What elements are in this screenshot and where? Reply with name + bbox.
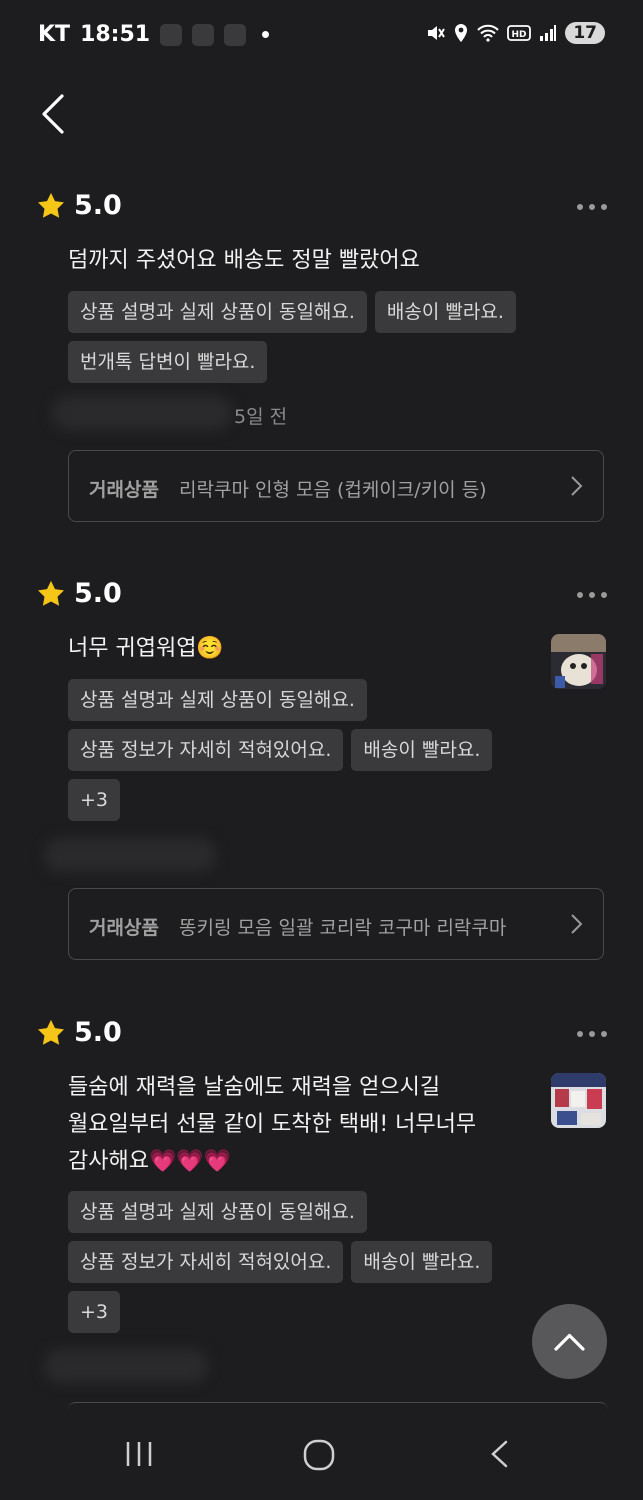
location-icon bbox=[455, 24, 468, 42]
review-tag: 상품 설명과 실제 상품이 동일해요. bbox=[68, 679, 367, 721]
rating-score: 5.0 bbox=[74, 578, 122, 609]
review-photo[interactable] bbox=[551, 1073, 606, 1128]
product-name: 리락쿠마 인형 모음 (컵케이크/키이 등) bbox=[179, 479, 487, 501]
rating-row: 5.0 bbox=[36, 190, 122, 221]
scroll-to-top-button[interactable] bbox=[532, 1304, 607, 1379]
review-tag: 상품 정보가 자세히 적혀있어요. bbox=[68, 729, 344, 771]
wifi-icon bbox=[477, 24, 500, 42]
system-back-icon bbox=[491, 1440, 508, 1468]
review-item: 5.0 너무 귀엽워엽☺️ 상품 설명과 실제 상품이 동일해요. 상품 정보가… bbox=[0, 578, 643, 968]
svg-text:HD: HD bbox=[512, 30, 527, 40]
recent-apps-button[interactable] bbox=[124, 1438, 154, 1474]
chevron-up-icon bbox=[554, 1333, 585, 1351]
star-icon bbox=[38, 192, 64, 218]
review-text-line: 감사해요💗💗💗 bbox=[68, 1149, 232, 1174]
photo-thumbnail-image bbox=[551, 1073, 606, 1128]
back-button[interactable] bbox=[38, 92, 78, 136]
review-tag: 배송이 빨라요. bbox=[351, 729, 493, 771]
clock: 18:51 bbox=[80, 22, 151, 47]
review-tags: 상품 설명과 실제 상품이 동일해요. 상품 정보가 자세히 적혀있어요. 배송… bbox=[68, 679, 538, 821]
status-left: KT 18:51 bbox=[38, 22, 270, 47]
more-options-button[interactable] bbox=[577, 592, 607, 598]
product-label: 거래상품 bbox=[89, 479, 159, 501]
review-tag: 번개톡 답변이 빨라요. bbox=[68, 341, 268, 383]
back-arrow-icon bbox=[42, 94, 64, 134]
more-options-button[interactable] bbox=[577, 204, 607, 210]
review-text: 너무 귀엽워엽☺️ bbox=[68, 636, 224, 661]
system-navigation-bar bbox=[0, 1410, 643, 1500]
review-tags: 상품 설명과 실제 상품이 동일해요. 상품 정보가 자세히 적혀있어요. 배송… bbox=[68, 1191, 538, 1333]
more-tags-button[interactable]: +3 bbox=[68, 779, 121, 821]
review-tag: 상품 설명과 실제 상품이 동일해요. bbox=[68, 1191, 367, 1233]
hd-icon: HD bbox=[507, 25, 532, 41]
review-text-line: 들숨에 재력을 날숨에도 재력을 얻으시길 bbox=[68, 1075, 441, 1100]
review-tag: 상품 설명과 실제 상품이 동일해요. bbox=[68, 291, 367, 333]
screenshot-icon bbox=[192, 23, 215, 46]
reviewer-name-redacted bbox=[44, 838, 216, 872]
status-right: HD 17 bbox=[425, 22, 605, 44]
review-tag: 배송이 빨라요. bbox=[374, 291, 516, 333]
home-button[interactable] bbox=[302, 1438, 336, 1476]
star-icon bbox=[38, 1019, 64, 1045]
more-options-button[interactable] bbox=[577, 1031, 607, 1037]
review-date: 5일 전 bbox=[234, 406, 288, 428]
notification-count-badge: 17 bbox=[565, 22, 605, 44]
review-text: 들숨에 재력을 날숨에도 재력을 얻으시길 월요일부터 선물 같이 도착한 택배… bbox=[68, 1069, 476, 1180]
review-tags: 상품 설명과 실제 상품이 동일해요. 배송이 빨라요. 번개톡 답변이 빨라요… bbox=[68, 291, 538, 383]
chevron-right-icon bbox=[571, 476, 583, 496]
review-photo[interactable] bbox=[551, 634, 606, 689]
rating-row: 5.0 bbox=[36, 1017, 122, 1048]
review-tag: 배송이 빨라요. bbox=[351, 1241, 493, 1283]
reviewer-name-redacted bbox=[44, 1349, 208, 1383]
review-text: 덤까지 주셨어요 배송도 정말 빨랐어요 bbox=[68, 248, 420, 273]
product-name: 똥키링 모음 일괄 코리락 코구마 리락쿠마 bbox=[179, 917, 507, 939]
chevron-right-icon bbox=[571, 914, 583, 934]
system-back-button[interactable] bbox=[486, 1438, 512, 1474]
game-notification-icon bbox=[224, 23, 247, 46]
star-icon bbox=[38, 580, 64, 606]
carrier-label: KT bbox=[38, 22, 71, 47]
photo-thumbnail-image bbox=[551, 634, 606, 689]
app-notification-icon bbox=[160, 23, 183, 46]
product-label: 거래상품 bbox=[89, 917, 159, 939]
rating-row: 5.0 bbox=[36, 578, 122, 609]
rating-score: 5.0 bbox=[74, 190, 122, 221]
recent-apps-icon bbox=[126, 1442, 152, 1466]
product-link[interactable]: 거래상품 리락쿠마 인형 모음 (컵케이크/키이 등) bbox=[68, 450, 604, 522]
more-tags-button[interactable]: +3 bbox=[68, 1291, 121, 1333]
rating-score: 5.0 bbox=[74, 1017, 122, 1048]
more-notifications-icon bbox=[262, 31, 270, 38]
review-item: 5.0 덤까지 주셨어요 배송도 정말 빨랐어요 상품 설명과 실제 상품이 동… bbox=[0, 190, 643, 530]
status-bar: KT 18:51 HD 17 bbox=[0, 0, 643, 72]
home-icon bbox=[303, 1439, 335, 1471]
signal-icon bbox=[540, 25, 557, 41]
review-tag: 상품 정보가 자세히 적혀있어요. bbox=[68, 1241, 344, 1283]
mute-icon bbox=[428, 26, 446, 40]
review-text-line: 월요일부터 선물 같이 도착한 택배! 너무너무 bbox=[68, 1112, 477, 1137]
reviewer-name-redacted bbox=[52, 396, 232, 430]
product-link[interactable]: 거래상품 똥키링 모음 일괄 코리락 코구마 리락쿠마 bbox=[68, 888, 604, 960]
